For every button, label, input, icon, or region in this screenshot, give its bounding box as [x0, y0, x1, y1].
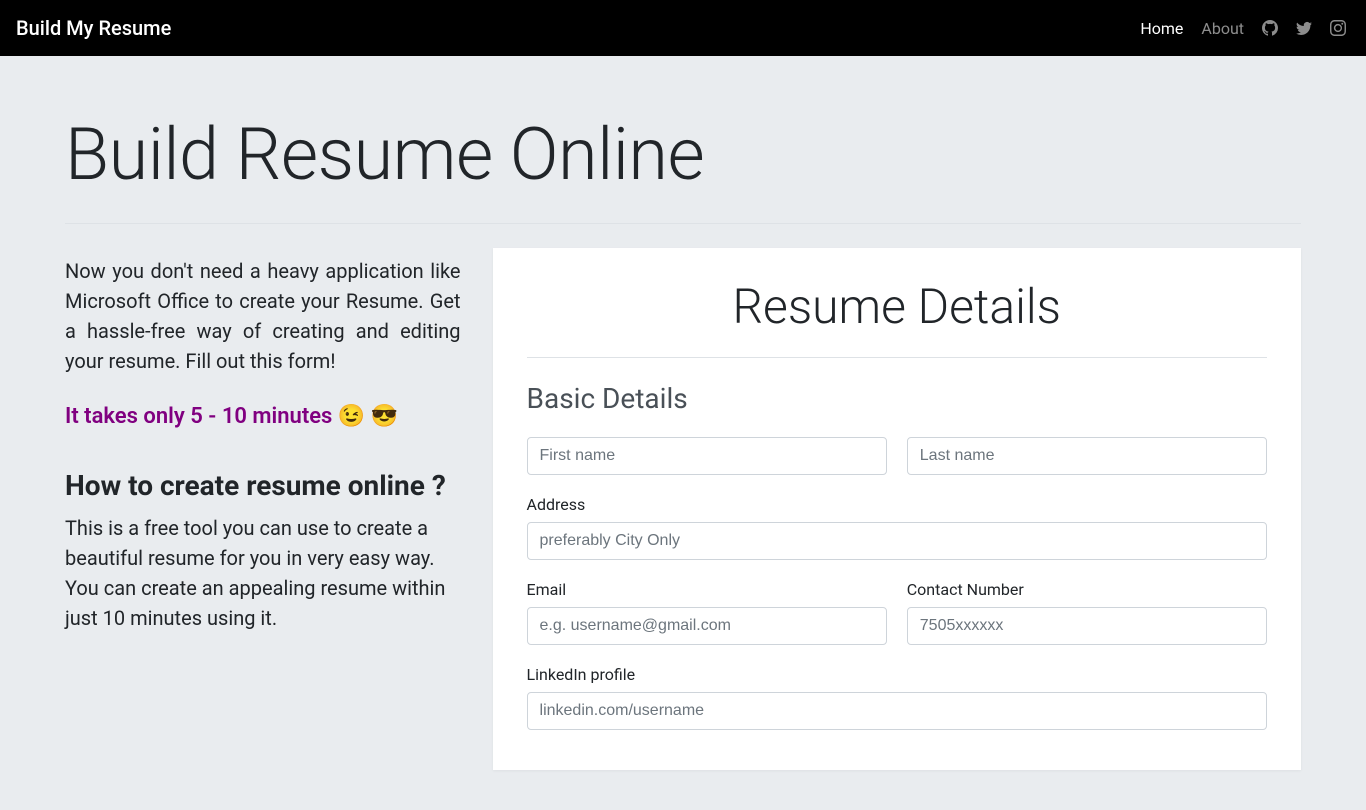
first-name-input[interactable] [527, 437, 887, 475]
last-name-input[interactable] [907, 437, 1267, 475]
page-container: Build Resume Online Now you don't need a… [33, 56, 1333, 810]
navbar: Build My Resume Home About [0, 0, 1366, 56]
contact-input[interactable] [907, 607, 1267, 645]
contact-label: Contact Number [907, 580, 1267, 599]
columns: Now you don't need a heavy application l… [65, 248, 1301, 770]
instagram-link[interactable] [1330, 20, 1346, 36]
page-title: Build Resume Online [65, 112, 1301, 197]
address-label: Address [527, 495, 1267, 514]
nav-right: Home About [1140, 19, 1346, 38]
row-name [527, 437, 1267, 475]
page-rule [65, 223, 1301, 224]
row-linkedin: LinkedIn profile [527, 665, 1267, 730]
howto-title: How to create resume online ? [65, 469, 461, 503]
github-icon [1262, 20, 1278, 36]
row-email-contact: Email Contact Number [527, 580, 1267, 645]
card-title: Resume Details [527, 278, 1267, 358]
linkedin-label: LinkedIn profile [527, 665, 1267, 684]
address-input[interactable] [527, 522, 1267, 560]
section-title-basic: Basic Details [527, 382, 1267, 415]
email-label: Email [527, 580, 887, 599]
form-card: Resume Details Basic Details Address [493, 248, 1301, 770]
github-link[interactable] [1262, 20, 1278, 36]
left-column: Now you don't need a heavy application l… [65, 248, 461, 633]
linkedin-input[interactable] [527, 692, 1267, 730]
nav-link-home[interactable]: Home [1140, 19, 1183, 38]
twitter-icon [1296, 20, 1312, 36]
right-column: Resume Details Basic Details Address [493, 248, 1301, 770]
howto-body: This is a free tool you can use to creat… [65, 513, 461, 633]
intro-text: Now you don't need a heavy application l… [65, 256, 461, 376]
minutes-text: It takes only 5 - 10 minutes 😉 😎 [65, 404, 461, 429]
nav-link-about[interactable]: About [1201, 19, 1244, 38]
row-address: Address [527, 495, 1267, 560]
instagram-icon [1330, 20, 1346, 36]
twitter-link[interactable] [1296, 20, 1312, 36]
email-input[interactable] [527, 607, 887, 645]
brand-link[interactable]: Build My Resume [16, 16, 171, 40]
